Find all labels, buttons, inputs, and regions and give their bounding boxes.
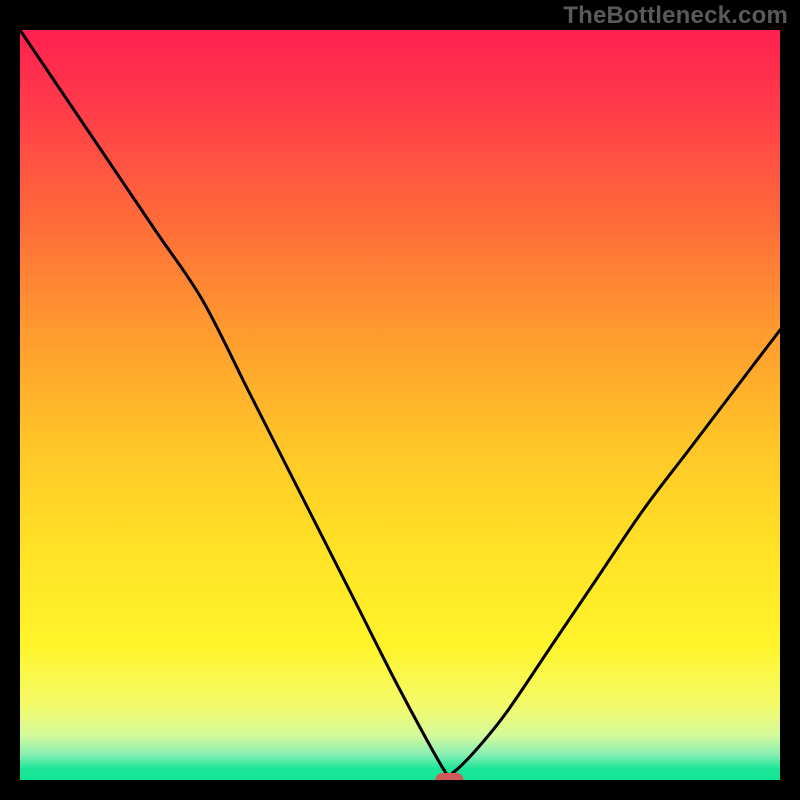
gradient-background bbox=[20, 30, 780, 780]
watermark-label: TheBottleneck.com bbox=[563, 2, 788, 30]
minimum-marker bbox=[435, 773, 463, 780]
chart-svg bbox=[20, 30, 780, 780]
plot-area bbox=[20, 30, 780, 780]
chart-frame: TheBottleneck.com bbox=[0, 0, 800, 800]
